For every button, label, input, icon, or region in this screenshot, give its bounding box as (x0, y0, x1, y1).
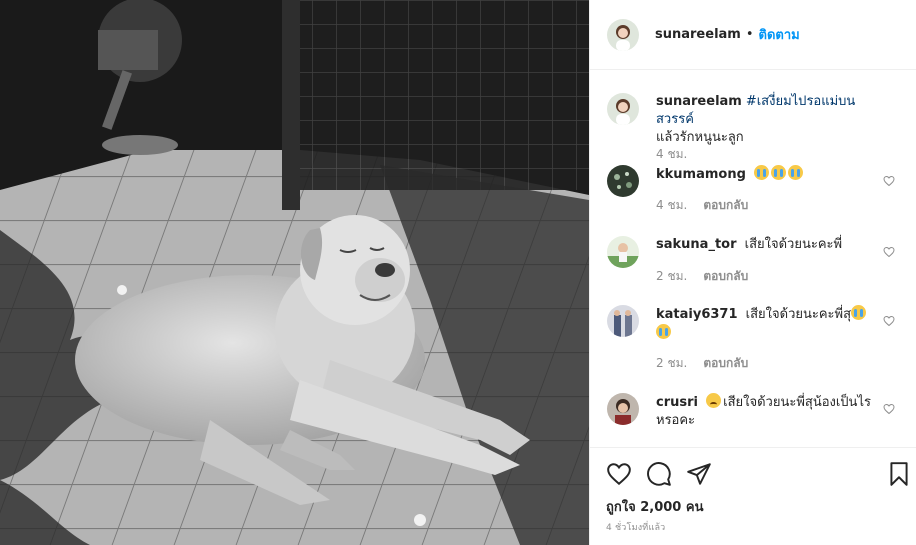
paper-plane-icon[interactable] (686, 461, 712, 487)
comment-text: kataiy6371 เสียใจด้วยนะคะพี่สุ (656, 305, 881, 343)
follow-button[interactable]: ติดตาม (759, 24, 800, 45)
caption-meta: 4 ชม. (656, 145, 687, 164)
commenter-avatar[interactable] (607, 236, 639, 268)
post-timestamp[interactable]: 4 ชั่วโมงที่แล้ว (606, 520, 665, 534)
author-username[interactable]: sunareelam (655, 27, 741, 42)
comment-username[interactable]: crusri (656, 395, 698, 410)
comment-text: kkumamong (656, 165, 881, 184)
sad-face-emoji (706, 393, 722, 408)
author-avatar[interactable] (607, 18, 639, 51)
post-detail-panel: sunareelam • ติดตาม sunareelam #เสงี่ยมไป… (589, 0, 916, 545)
comment-body: เสียใจด้วยนะคะพี่สุ (745, 307, 852, 322)
small-heart-icon[interactable] (883, 403, 895, 415)
comment-time: 2 ชม. (656, 269, 688, 283)
crying-emoji (771, 165, 787, 180)
comment-body-line1: เสียใจด้วยนะพี่สุน้องเป็นไร (723, 395, 871, 410)
comment-username[interactable]: kataiy6371 (656, 307, 738, 322)
crying-emoji (851, 305, 867, 320)
heart-icon[interactable] (606, 461, 632, 487)
comment-time: 4 ชม. (656, 198, 688, 212)
commenter-avatar[interactable] (607, 393, 639, 425)
commenter-avatar[interactable] (607, 165, 639, 197)
caption-avatar[interactable] (607, 93, 639, 125)
comment-username[interactable]: kkumamong (656, 167, 746, 182)
post-actions: ถูกใจ 2,000 คน 4 ชั่วโมงที่แล้ว (590, 447, 916, 545)
dog-photo-image (0, 0, 589, 545)
comment-text: sakuna_tor เสียใจด้วยนะคะพี่ (656, 236, 881, 254)
comment-meta: 2 ชม. ตอบกลับ (656, 354, 748, 373)
bookmark-icon[interactable] (886, 461, 912, 487)
likes-count[interactable]: ถูกใจ 2,000 คน (606, 496, 703, 517)
reply-button[interactable]: ตอบกลับ (703, 267, 748, 286)
commenter-avatar[interactable] (607, 305, 639, 337)
comments-list[interactable]: sunareelam #เสงี่ยมไปรอแม่บนสวรรค์ แล้วรั… (590, 70, 916, 447)
comment-body: เสียใจด้วยนะคะพี่ (744, 237, 843, 252)
caption-text: sunareelam #เสงี่ยมไปรอแม่บนสวรรค์ แล้วรั… (656, 93, 881, 147)
header-separator: • (745, 27, 754, 42)
comment-bubble-icon[interactable] (646, 461, 672, 487)
comment-time: 2 ชม. (656, 356, 688, 370)
reply-button[interactable]: ตอบกลับ (703, 354, 748, 373)
caption-time: 4 ชม. (656, 147, 688, 161)
reply-button[interactable]: ตอบกลับ (703, 196, 748, 215)
comment-meta: 4 ชม. ตอบกลับ (656, 196, 748, 215)
small-heart-icon[interactable] (883, 246, 895, 258)
comment-meta: 2 ชม. ตอบกลับ (656, 267, 748, 286)
small-heart-icon[interactable] (883, 315, 895, 327)
comment-body-line2: หรอคะ (656, 413, 696, 428)
small-heart-icon[interactable] (883, 175, 895, 187)
post-photo[interactable] (0, 0, 589, 545)
crying-emoji (788, 165, 804, 180)
post-header: sunareelam • ติดตาม (590, 0, 916, 70)
comment-username[interactable]: sakuna_tor (656, 237, 737, 252)
crying-emoji (656, 324, 671, 339)
caption-username[interactable]: sunareelam (656, 94, 742, 109)
caption-line2: แล้วรักหนูนะลูก (656, 130, 744, 145)
crying-emoji (754, 165, 770, 180)
comment-text: crusri เสียใจด้วยนะพี่สุน้องเป็นไร หรอคะ (656, 393, 881, 430)
